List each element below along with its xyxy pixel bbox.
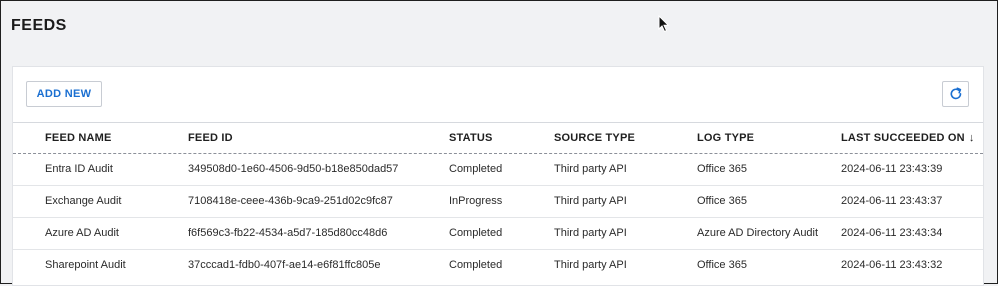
feed-name-cell: Entra ID Audit — [45, 163, 113, 175]
status-cell: InProgress — [449, 195, 503, 207]
feed-id-cell: f6f569c3-fb22-4534-a5d7-185d80cc48d6 — [188, 227, 388, 239]
source-type-cell: Third party API — [554, 227, 627, 239]
last-succeeded-cell: 2024-06-11 23:43:39 — [841, 163, 943, 175]
table-row[interactable]: Entra ID Audit 349508d0-1e60-4506-9d50-b… — [13, 154, 983, 186]
log-type-cell: Office 365 — [697, 259, 747, 271]
feed-id-cell: 7108418e-ceee-436b-9ca9-251d02c9fc87 — [188, 195, 393, 207]
column-header-last-succeeded-on-label: LAST SUCCEEDED ON — [841, 132, 965, 144]
feeds-panel: ADD NEW FEED NAME FEED ID STATUS SOURCE … — [12, 66, 984, 286]
feed-id-cell: 349508d0-1e60-4506-9d50-b18e850dad57 — [188, 163, 399, 175]
column-header-source-type[interactable]: SOURCE TYPE — [554, 132, 635, 144]
last-succeeded-cell: 2024-06-11 23:43:37 — [841, 195, 943, 207]
source-type-cell: Third party API — [554, 163, 627, 175]
status-cell: Completed — [449, 163, 503, 175]
table-row[interactable]: Azure AD Audit f6f569c3-fb22-4534-a5d7-1… — [13, 218, 983, 250]
status-cell: Completed — [449, 227, 503, 239]
log-type-cell: Office 365 — [697, 195, 747, 207]
column-header-log-type[interactable]: LOG TYPE — [697, 132, 754, 144]
add-new-button[interactable]: ADD NEW — [26, 81, 102, 107]
sort-descending-icon: ↓ — [968, 132, 975, 144]
table-header-row: FEED NAME FEED ID STATUS SOURCE TYPE LOG… — [13, 123, 983, 154]
refresh-button[interactable] — [942, 81, 969, 107]
feed-id-cell: 37cccad1-fdb0-407f-ae14-e6f81ffc805e — [188, 259, 381, 271]
last-succeeded-cell: 2024-06-11 23:43:32 — [841, 259, 943, 271]
column-header-feed-name[interactable]: FEED NAME — [45, 132, 112, 144]
column-header-feed-id[interactable]: FEED ID — [188, 132, 233, 144]
page-title: FEEDS — [11, 17, 67, 34]
mouse-cursor-icon — [658, 15, 670, 33]
status-cell: Completed — [449, 259, 503, 271]
feed-name-cell: Exchange Audit — [45, 195, 122, 207]
source-type-cell: Third party API — [554, 259, 627, 271]
feed-name-cell: Azure AD Audit — [45, 227, 119, 239]
source-type-cell: Third party API — [554, 195, 627, 207]
last-succeeded-cell: 2024-06-11 23:43:34 — [841, 227, 943, 239]
feed-name-cell: Sharepoint Audit — [45, 259, 126, 271]
table-row[interactable]: Exchange Audit 7108418e-ceee-436b-9ca9-2… — [13, 186, 983, 218]
log-type-cell: Office 365 — [697, 163, 747, 175]
column-header-last-succeeded-on[interactable]: LAST SUCCEEDED ON ↓ — [841, 132, 975, 144]
table-row[interactable]: Sharepoint Audit 37cccad1-fdb0-407f-ae14… — [13, 250, 983, 282]
refresh-icon — [950, 87, 961, 100]
log-type-cell: Azure AD Directory Audit — [697, 227, 819, 239]
column-header-status[interactable]: STATUS — [449, 132, 493, 144]
